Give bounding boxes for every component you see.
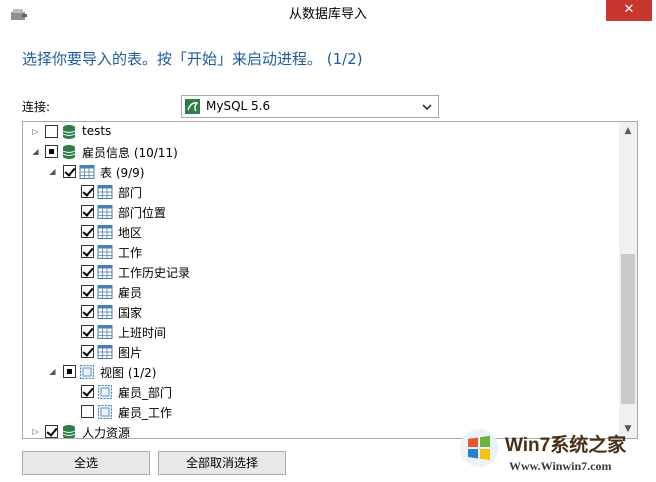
checkbox[interactable] <box>45 425 58 438</box>
checkbox[interactable] <box>81 405 94 418</box>
tree-row-table[interactable]: 国家 <box>23 302 619 322</box>
window-title: 从数据库导入 <box>288 7 367 22</box>
tree-row-label: tests <box>82 124 112 138</box>
checkbox[interactable] <box>81 385 94 398</box>
connection-label: 连接: <box>22 100 51 114</box>
instruction-text: 选择你要导入的表。按「开始」来启动进程。 (1/2) <box>22 50 363 68</box>
expand-arrow-icon[interactable]: ▷ <box>31 427 40 436</box>
tree-row-label: 地区 <box>118 226 143 240</box>
tree-row-label: 部门位置 <box>118 206 167 220</box>
tree-row-view[interactable]: 雇员_部门 <box>23 382 619 402</box>
tree-row-label: 上班时间 <box>118 326 167 340</box>
tree-row-label: 雇员_部门 <box>118 386 173 400</box>
database-icon <box>62 145 76 159</box>
scroll-thumb[interactable] <box>621 254 635 404</box>
checkbox[interactable] <box>45 125 58 138</box>
tree-row-tests[interactable]: ▷ tests <box>23 122 619 142</box>
tree-row-label: 雇员_工作 <box>118 406 173 420</box>
collapse-arrow-icon[interactable]: ◢ <box>48 367 57 376</box>
database-icon <box>62 125 76 139</box>
view-folder-icon <box>80 365 94 379</box>
table-icon <box>97 345 113 359</box>
tree-row-table[interactable]: 雇员 <box>23 282 619 302</box>
checkbox[interactable] <box>81 285 94 298</box>
tree-row-label: 人力资源 <box>82 426 131 439</box>
tree-row-table[interactable]: 上班时间 <box>23 322 619 342</box>
tree-row-table[interactable]: 部门位置 <box>23 202 619 222</box>
tree-row-views[interactable]: ◢ 视图 (1/2) <box>23 362 619 382</box>
scroll-up-icon[interactable]: ▲ <box>619 122 637 140</box>
expand-arrow-icon[interactable]: ▷ <box>31 127 40 136</box>
tree-row-table[interactable]: 工作 <box>23 242 619 262</box>
checkbox[interactable] <box>81 225 94 238</box>
checkbox[interactable] <box>63 365 76 378</box>
table-folder-icon <box>79 165 95 179</box>
checkbox[interactable] <box>81 245 94 258</box>
tree-row-label: 图片 <box>118 346 143 360</box>
table-icon <box>97 265 113 279</box>
title-bar: 从数据库导入 ✕ <box>0 0 656 30</box>
tree-row-table[interactable]: 工作历史记录 <box>23 262 619 282</box>
windows-logo-icon <box>460 429 498 467</box>
checkbox[interactable] <box>81 205 94 218</box>
checkbox[interactable] <box>45 145 58 158</box>
checkbox[interactable] <box>81 305 94 318</box>
tree-row-view[interactable]: 雇员_工作 <box>23 402 619 422</box>
object-tree[interactable]: ▷ tests ◢ 雇员信息 (10/11) ◢ 表 (9/9) 部门 部门位置… <box>22 121 638 439</box>
vertical-scrollbar[interactable]: ▲ ▼ <box>619 122 637 438</box>
table-icon <box>97 325 113 339</box>
checkbox[interactable] <box>81 345 94 358</box>
chevron-down-icon <box>422 104 432 111</box>
watermark: Win7系统之家 Www.Winwin7.com <box>455 424 656 482</box>
watermark-title: Win7系统之家 <box>505 435 627 456</box>
table-icon <box>97 285 113 299</box>
tree-row-label: 工作历史记录 <box>118 266 191 280</box>
table-icon <box>97 305 113 319</box>
checkbox[interactable] <box>81 325 94 338</box>
tree-row-label: 表 (9/9) <box>100 166 145 180</box>
checkbox[interactable] <box>81 185 94 198</box>
tree-row-employee-info[interactable]: ◢ 雇员信息 (10/11) <box>23 142 619 162</box>
table-icon <box>97 245 113 259</box>
database-icon <box>62 425 76 438</box>
close-button[interactable]: ✕ <box>606 0 652 21</box>
tree-row-table[interactable]: 地区 <box>23 222 619 242</box>
collapse-arrow-icon[interactable]: ◢ <box>48 167 57 176</box>
tree-row-label: 部门 <box>118 186 143 200</box>
tree-row-label: 工作 <box>118 246 143 260</box>
select-all-button[interactable]: 全选 <box>22 451 150 475</box>
connection-dropdown[interactable]: MySQL 5.6 <box>181 95 439 118</box>
view-icon <box>98 385 112 399</box>
watermark-url: Www.Winwin7.com <box>509 459 612 473</box>
tree-row-table[interactable]: 部门 <box>23 182 619 202</box>
collapse-arrow-icon[interactable]: ◢ <box>31 147 40 156</box>
checkbox[interactable] <box>81 265 94 278</box>
table-icon <box>97 185 113 199</box>
deselect-all-button[interactable]: 全部取消选择 <box>158 451 286 475</box>
checkbox[interactable] <box>63 165 76 178</box>
tree-row-tables[interactable]: ◢ 表 (9/9) <box>23 162 619 182</box>
tree-row-table[interactable]: 图片 <box>23 342 619 362</box>
table-icon <box>97 225 113 239</box>
tree-row-label: 视图 (1/2) <box>100 366 157 380</box>
view-icon <box>98 405 112 419</box>
tree-row-label: 国家 <box>118 306 143 320</box>
tree-row-label: 雇员信息 (10/11) <box>82 146 178 160</box>
connection-value: MySQL 5.6 <box>206 99 271 113</box>
mysql-icon <box>185 99 200 114</box>
table-icon <box>97 205 113 219</box>
tree-row-label: 雇员 <box>118 286 143 300</box>
